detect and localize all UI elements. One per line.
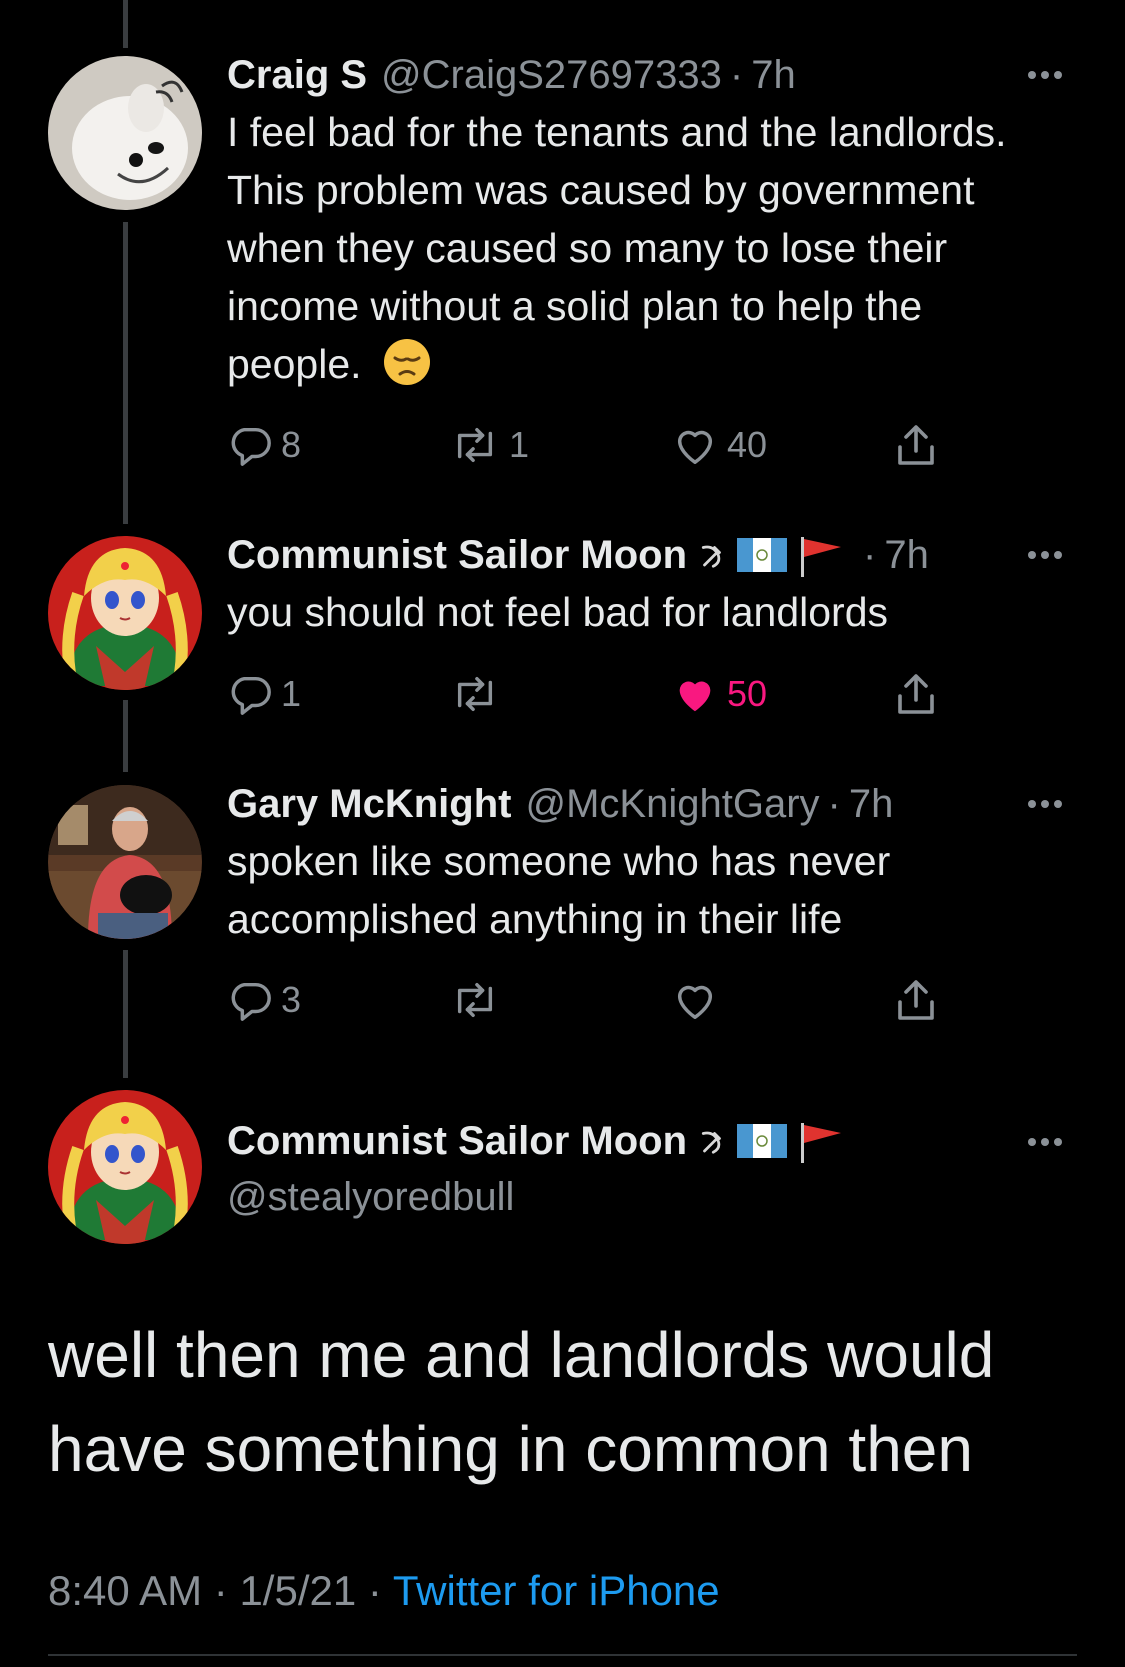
avatar[interactable] (48, 785, 202, 939)
separator: · (863, 533, 877, 577)
reply-icon (231, 427, 271, 466)
reply-button[interactable]: 8 (227, 415, 301, 475)
tweet-actions: 3 (227, 970, 947, 1030)
guatemala-flag-icon (737, 1124, 787, 1158)
tweet[interactable]: Communist Sailor Moon · 7h you should no… (227, 527, 1057, 641)
tweet-metadata: 8:40 AM · 1/5/21 · Twitter for iPhone (48, 1562, 720, 1620)
thread-line-2 (123, 700, 128, 772)
divider (48, 1654, 1077, 1656)
reply-icon (231, 982, 271, 1021)
tweet-actions: 1 50 (227, 664, 947, 724)
reply-button[interactable]: 1 (227, 664, 301, 724)
retweet-count: 1 (509, 424, 530, 465)
tweet-header: Craig S @CraigS27697333 · 7h (227, 47, 1057, 103)
share-icon (898, 674, 934, 714)
tweet[interactable]: Gary McKnight @McKnightGary · 7h spoken … (227, 776, 1057, 948)
avatar[interactable] (48, 536, 202, 690)
tweet-header: Gary McKnight @McKnightGary · 7h (227, 776, 1057, 832)
tweet-header: Communist Sailor Moon (227, 1113, 1057, 1169)
thread-line-top (123, 0, 128, 48)
tweet-actions: 8 1 40 (227, 415, 947, 475)
hammer-sickle-icon (697, 1126, 727, 1156)
share-button[interactable] (892, 415, 940, 475)
share-button[interactable] (892, 664, 940, 724)
retweet-icon (457, 427, 493, 463)
heart-icon (677, 985, 713, 1019)
avatar[interactable] (48, 56, 202, 210)
reply-count: 1 (281, 673, 302, 714)
like-count: 40 (727, 424, 768, 465)
tweet[interactable]: Craig S @CraigS27697333 · 7h I feel bad … (227, 47, 1057, 401)
pensive-face-icon (383, 338, 431, 401)
separator: · (367, 1567, 382, 1614)
tweet-text: spoken like someone who has never accomp… (227, 838, 891, 942)
sailor-moon-avatar-icon (48, 536, 202, 690)
tweet-source-link[interactable]: Twitter for iPhone (393, 1567, 720, 1614)
handle[interactable]: @CraigS27697333 (381, 47, 722, 103)
separator: · (827, 782, 841, 826)
handle[interactable]: @McKnightGary (525, 776, 819, 832)
thread-line-1 (123, 222, 128, 524)
retweet-button[interactable]: 1 (449, 415, 529, 475)
display-name[interactable]: Gary McKnight (227, 776, 511, 832)
timestamp[interactable]: 7h (751, 47, 796, 103)
tweet-text-content: I feel bad for the tenants and the landl… (227, 109, 1007, 387)
reply-button[interactable]: 3 (227, 970, 301, 1030)
man-photo-avatar-icon (48, 785, 202, 939)
handle[interactable]: @stealyoredbull (227, 1169, 514, 1225)
timestamp[interactable]: 7h (884, 527, 929, 583)
like-button[interactable] (671, 970, 727, 1030)
display-name[interactable]: Craig S (227, 47, 367, 103)
red-flag-icon (797, 1119, 845, 1163)
dog-avatar-icon (48, 56, 202, 210)
retweet-button[interactable] (449, 970, 509, 1030)
main-tweet-author[interactable]: Communist Sailor Moon @stealyoredbull (227, 1113, 1057, 1225)
handle-row: @stealyoredbull (227, 1169, 1057, 1225)
share-button[interactable] (892, 970, 940, 1030)
share-icon (898, 425, 934, 465)
sailor-moon-avatar-icon (48, 1090, 202, 1244)
like-count: 50 (727, 673, 768, 714)
thread-line-3 (123, 950, 128, 1078)
tweet-text: I feel bad for the tenants and the landl… (227, 103, 1057, 401)
tweet-date[interactable]: 1/5/21 (239, 1567, 356, 1614)
heart-filled-icon (679, 681, 711, 712)
hammer-sickle-icon (697, 540, 727, 570)
display-name[interactable]: Communist Sailor Moon (227, 527, 687, 583)
heart-icon (677, 430, 713, 464)
display-name[interactable]: Communist Sailor Moon (227, 1113, 687, 1169)
separator: · (213, 1567, 228, 1614)
reply-count: 3 (281, 979, 302, 1020)
tweet-time[interactable]: 8:40 AM (48, 1567, 202, 1614)
reply-count: 8 (281, 424, 302, 465)
tweet-text: you should not feel bad for landlords (227, 589, 889, 635)
retweet-icon (457, 676, 493, 712)
separator: · (729, 53, 744, 97)
avatar[interactable] (48, 1090, 202, 1244)
like-button[interactable]: 40 (671, 415, 767, 475)
tweet-header: Communist Sailor Moon · 7h (227, 527, 1057, 583)
guatemala-flag-icon (737, 538, 787, 572)
timestamp[interactable]: 7h (849, 776, 894, 832)
retweet-button[interactable] (449, 664, 509, 724)
red-flag-icon (797, 533, 845, 577)
share-icon (898, 980, 934, 1020)
like-button[interactable]: 50 (671, 664, 767, 724)
retweet-icon (457, 982, 493, 1018)
reply-icon (231, 676, 271, 715)
main-tweet-text: well then me and landlords would have so… (48, 1319, 995, 1485)
